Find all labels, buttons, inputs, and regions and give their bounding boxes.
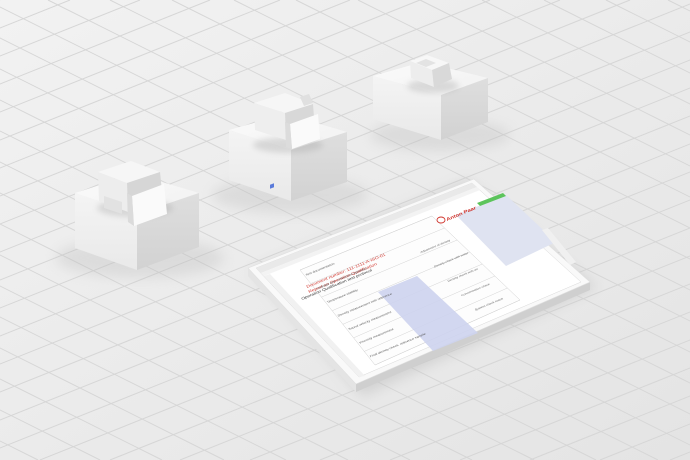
scene: Document number: 111-1111-A-ISO-01 Repor… <box>0 0 690 460</box>
instrument-middle <box>253 93 323 153</box>
